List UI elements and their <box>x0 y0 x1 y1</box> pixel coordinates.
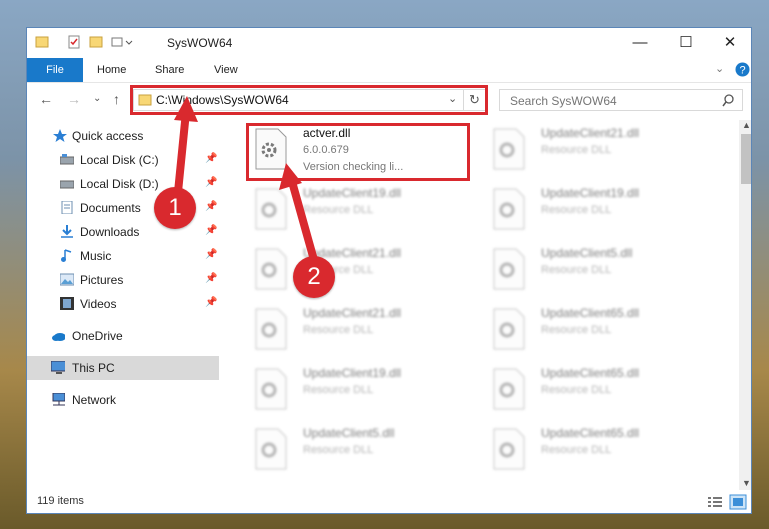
arrow-2-head <box>279 163 302 190</box>
arrow-1-head <box>174 96 198 122</box>
arrow-1-shaft <box>174 111 190 193</box>
arrow-2-shaft <box>287 176 318 262</box>
annotation-arrows <box>174 96 318 262</box>
